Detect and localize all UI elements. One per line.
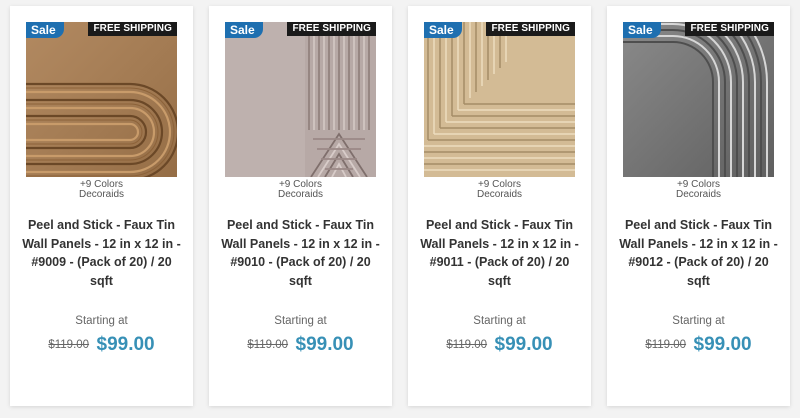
sale-badge: Sale [225, 22, 263, 38]
sale-price: $99.00 [96, 334, 155, 355]
original-price: $119.00 [247, 339, 289, 351]
free-shipping-badge: FREE SHIPPING [685, 22, 774, 36]
product-grid: Sale FREE SHIPPING +9 Colors Decoraids P… [0, 0, 800, 418]
free-shipping-badge: FREE SHIPPING [88, 22, 177, 36]
brand-name[interactable]: Decoraids [607, 189, 790, 200]
price: $119.00 $99.00 [10, 334, 193, 356]
wall-panel-9012-image [623, 22, 774, 177]
original-price: $119.00 [48, 339, 90, 351]
product-title[interactable]: Peel and Stick - Faux Tin Wall Panels - … [20, 216, 183, 290]
starting-at-label: Starting at [75, 315, 128, 327]
free-shipping-badge: FREE SHIPPING [287, 22, 376, 36]
sale-badge: Sale [424, 22, 462, 38]
starting-at-label: Starting at [672, 315, 725, 327]
price: $119.00 $99.00 [209, 334, 392, 356]
starting-at-label: Starting at [473, 315, 526, 327]
sale-price: $99.00 [494, 334, 553, 355]
price: $119.00 $99.00 [607, 334, 790, 356]
product-image[interactable]: Sale FREE SHIPPING [26, 22, 177, 177]
sale-price: $99.00 [693, 334, 752, 355]
product-card[interactable]: Sale FREE SHIPPING +9 Colors Decoraids P… [408, 6, 591, 406]
wall-panel-9010-image [225, 22, 376, 177]
brand-name[interactable]: Decoraids [408, 189, 591, 200]
product-title[interactable]: Peel and Stick - Faux Tin Wall Panels - … [219, 216, 382, 290]
product-title[interactable]: Peel and Stick - Faux Tin Wall Panels - … [617, 216, 780, 290]
product-card[interactable]: Sale FREE SHIPPING +9 Colors Decoraids P… [209, 6, 392, 406]
product-card[interactable]: Sale FREE SHIPPING +9 Colors Decoraids P… [607, 6, 790, 406]
sale-price: $99.00 [295, 334, 354, 355]
original-price: $119.00 [446, 339, 488, 351]
free-shipping-badge: FREE SHIPPING [486, 22, 575, 36]
brand-name[interactable]: Decoraids [10, 189, 193, 200]
product-image[interactable]: Sale FREE SHIPPING [623, 22, 774, 177]
price: $119.00 $99.00 [408, 334, 591, 356]
wall-panel-9011-image [424, 22, 575, 177]
product-image[interactable]: Sale FREE SHIPPING [225, 22, 376, 177]
product-image[interactable]: Sale FREE SHIPPING [424, 22, 575, 177]
sale-badge: Sale [623, 22, 661, 38]
brand-name[interactable]: Decoraids [209, 189, 392, 200]
product-card[interactable]: Sale FREE SHIPPING +9 Colors Decoraids P… [10, 6, 193, 406]
original-price: $119.00 [645, 339, 687, 351]
product-title[interactable]: Peel and Stick - Faux Tin Wall Panels - … [418, 216, 581, 290]
starting-at-label: Starting at [274, 315, 327, 327]
wall-panel-9009-image [26, 22, 177, 177]
sale-badge: Sale [26, 22, 64, 38]
